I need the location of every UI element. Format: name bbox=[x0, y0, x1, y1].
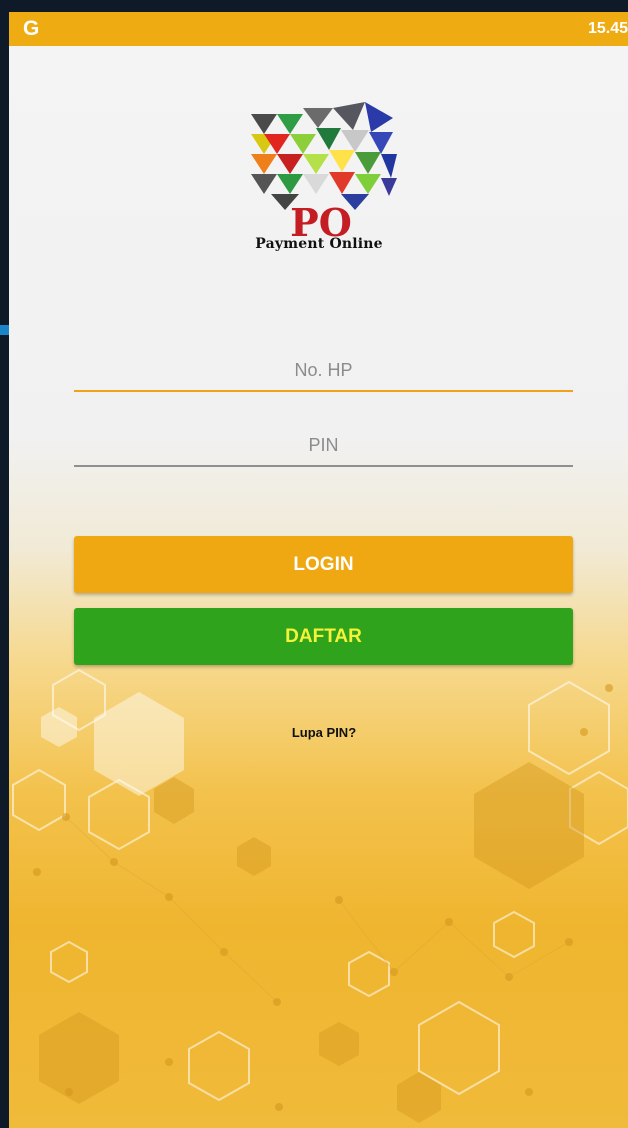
status-time: 15.45 bbox=[587, 20, 628, 37]
phone-field-underline bbox=[74, 390, 573, 392]
pin-field-underline bbox=[74, 465, 573, 467]
pin-field[interactable] bbox=[74, 427, 573, 467]
register-button[interactable]: DAFTAR bbox=[74, 608, 573, 665]
login-button[interactable]: LOGIN bbox=[74, 536, 573, 593]
status-bar: G 15.45 bbox=[9, 12, 628, 46]
device-frame: G 15.45 PO Payment Online No. HP LOGIN D… bbox=[0, 0, 628, 1128]
phone-field[interactable] bbox=[74, 352, 573, 392]
app-notification-icon: G bbox=[23, 17, 40, 40]
forgot-pin-link[interactable]: Lupa PIN? bbox=[209, 725, 439, 740]
app-screen: G 15.45 PO Payment Online No. HP LOGIN D… bbox=[9, 12, 628, 1128]
hexagon-background-pattern bbox=[12, 668, 628, 1123]
logo-caption: Payment Online bbox=[255, 236, 383, 252]
frame-edge-marker bbox=[0, 325, 9, 335]
phone-input[interactable] bbox=[74, 352, 573, 388]
pin-input[interactable] bbox=[74, 427, 573, 463]
